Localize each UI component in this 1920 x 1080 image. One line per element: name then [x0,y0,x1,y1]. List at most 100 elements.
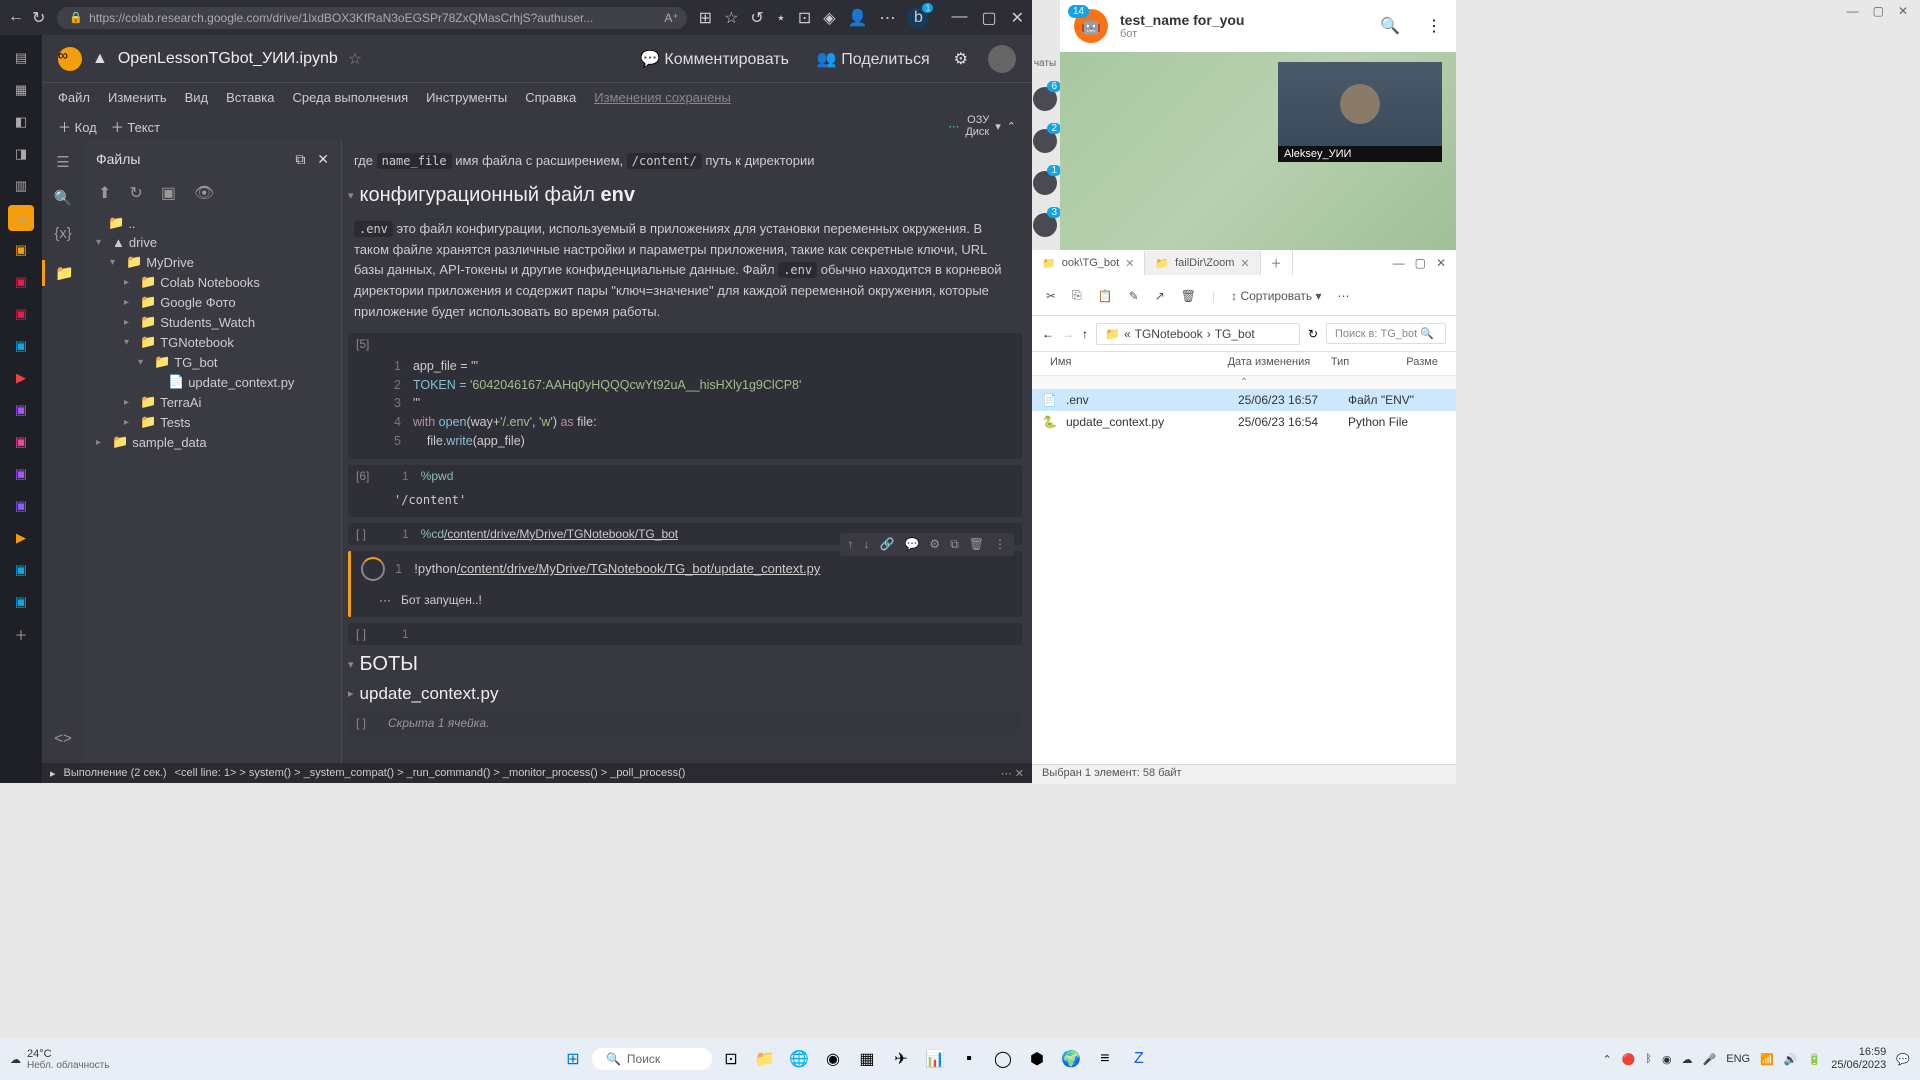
back-icon[interactable]: ← [8,8,24,28]
battery-icon[interactable]: 🔋 [1808,1053,1822,1066]
badge[interactable]: 3 [1033,213,1057,237]
tree-drive[interactable]: ▾▲drive [92,233,333,252]
notebook-title[interactable]: OpenLessonTGbot_УИИ.ipynb [118,50,338,68]
tree-mydrive[interactable]: ▾📁MyDrive [92,252,333,272]
menu-file[interactable]: Файл [58,90,90,105]
tab-icon[interactable]: ◧ [8,109,34,135]
chat-name[interactable]: test_name for_you [1120,12,1368,28]
menu-edit[interactable]: Изменить [108,90,167,105]
collapse-icon[interactable]: ⌃ [1007,120,1016,133]
share-icon[interactable]: ↗ [1155,289,1165,303]
tree-tgbot[interactable]: ▾📁TG_bot [92,352,333,372]
minimize-icon[interactable]: — [1847,4,1859,22]
volume-icon[interactable]: 🔊 [1784,1053,1798,1066]
close-tab-icon[interactable]: ✕ [1125,257,1134,270]
move-up-icon[interactable]: ↑ [848,537,854,552]
bluetooth-icon[interactable]: ᛒ [1645,1053,1652,1065]
copy-icon[interactable]: ⎘ [1072,288,1082,303]
sync-icon[interactable]: ↺ [750,8,763,28]
menu-help[interactable]: Справка [525,90,576,105]
tree-gphoto[interactable]: ▸📁Google Фото [92,292,333,312]
popout-icon[interactable]: ⧉ [295,151,305,167]
tab-actions-icon[interactable]: ⊞ [699,8,712,28]
runtime-dropdown-icon[interactable]: ▾ [995,120,1001,133]
badge[interactable]: 2 [1033,129,1057,153]
terminal-icon[interactable]: <> [54,730,72,747]
menu-runtime[interactable]: Среда выполнения [292,90,408,105]
link-icon[interactable]: 🔗 [880,537,895,552]
colab-tab-icon[interactable]: ∞ [8,205,34,231]
section-bots[interactable]: ▾БОТЫ [348,653,1022,676]
app-icon[interactable]: 🌍 [1056,1044,1086,1074]
close-tab-icon[interactable]: ✕ [1240,257,1249,270]
upload-icon[interactable]: ⬆ [98,183,111,203]
up-icon[interactable]: ↑ [1082,327,1088,341]
tab-icon[interactable]: ▣ [8,461,34,487]
add-code-button[interactable]: ＋ Код [58,117,97,136]
minimize-icon[interactable]: — [951,8,967,28]
back-icon[interactable]: ← [1042,327,1054,341]
bot-avatar[interactable]: 14 🤖 [1074,9,1108,43]
tab-icon[interactable]: ▶ [8,525,34,551]
terminal-icon[interactable]: ▪ [954,1044,984,1074]
menu-icon[interactable]: ⋯ [879,8,895,28]
avatar-icon[interactable] [988,45,1016,73]
col-date[interactable]: Дата изменения [1220,352,1323,375]
section-env[interactable]: ▾конфигурационный файл env [348,184,1022,207]
app-icon[interactable]: ⬢ [1022,1044,1052,1074]
forward-icon[interactable]: → [1062,327,1074,341]
col-size[interactable]: Разме [1398,352,1446,375]
col-name[interactable]: Имя [1042,352,1220,375]
onedrive-icon[interactable]: ☁ [1682,1053,1693,1066]
refresh-icon[interactable]: ↻ [32,8,45,28]
code-cell-running[interactable]: ↑ ↓ 🔗 💬 ⚙ ⧉ 🗑 ⋮ 1 !python /con [348,551,1022,617]
add-text-button[interactable]: ＋ Текст [111,117,160,136]
star-icon[interactable]: ☆ [348,49,362,69]
app-icon[interactable]: ◉ [818,1044,848,1074]
tab-icon[interactable]: ▣ [8,333,34,359]
tray-icon[interactable]: 🔴 [1622,1053,1636,1066]
lang-indicator[interactable]: ENG [1726,1053,1750,1065]
tab-icon[interactable]: ▣ [8,589,34,615]
telegram-icon[interactable]: ✈ [886,1044,916,1074]
cell-code[interactable]: 1app_file = ''' 2TOKEN = '6042046167:AAH… [348,355,1022,459]
hidden-files-icon[interactable]: 👁 [194,183,214,203]
tree-colab-nb[interactable]: ▸📁Colab Notebooks [92,272,333,292]
comment-icon[interactable]: 💬 [904,537,919,552]
files-icon[interactable]: 📁 [42,260,84,286]
settings-icon[interactable]: ⚙ [929,537,940,552]
minimize-icon[interactable]: — [1393,256,1405,270]
extensions-icon[interactable]: ⊡ [798,8,811,28]
sort-button[interactable]: ↕ Сортировать ▾ [1231,289,1321,303]
path-bar[interactable]: 📁« TGNotebook› TG_bot [1096,323,1300,345]
cut-icon[interactable]: ✂ [1046,289,1056,303]
menu-view[interactable]: Вид [185,90,209,105]
badge[interactable]: 1 [1033,171,1057,195]
tab-icon[interactable]: ▶ [8,365,34,391]
share-button[interactable]: 👥 Поделиться [817,49,930,69]
explorer-tab[interactable]: 📁failDir\Zoom✕ [1145,251,1260,275]
add-tab-icon[interactable]: ＋ [8,621,34,647]
tree-sample[interactable]: ▸📁sample_data [92,432,333,452]
refresh-icon[interactable]: ↻ [129,183,142,203]
toc-icon[interactable]: ☰ [56,153,69,171]
task-view-icon[interactable]: ⊡ [716,1044,746,1074]
tab-icon[interactable]: ▦ [8,77,34,103]
zoom-icon[interactable]: Z [1124,1044,1154,1074]
tab-icon[interactable]: ▣ [8,493,34,519]
tab-icon[interactable]: ▥ [8,173,34,199]
stop-icon[interactable]: ⋯ ✕ [1001,767,1024,780]
tree-terra[interactable]: ▸📁TerraAi [92,392,333,412]
tab-icon[interactable]: ▤ [8,45,34,71]
new-tab-button[interactable]: ＋ [1261,251,1293,275]
search-box[interactable]: 🔍 Поиск [592,1048,712,1070]
tree-updatectx[interactable]: 📄update_context.py [92,372,333,392]
explorer-tab[interactable]: 📁ook\TG_bot✕ [1032,251,1145,275]
close-panel-icon[interactable]: ✕ [317,151,329,167]
maximize-icon[interactable]: ▢ [981,8,996,28]
clock[interactable]: 16:59 25/06/2023 [1831,1046,1886,1072]
menu-tools[interactable]: Инструменты [426,90,507,105]
col-type[interactable]: Тип [1323,352,1398,375]
tab-icon[interactable]: ▣ [8,429,34,455]
mount-drive-icon[interactable]: ▣ [161,183,176,203]
